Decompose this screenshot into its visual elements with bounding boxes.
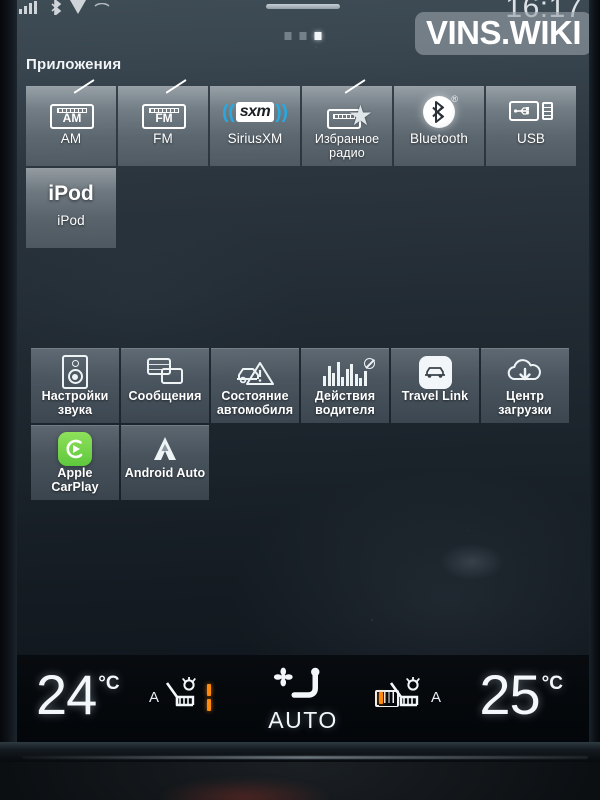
tile-label: Действия водителя <box>314 389 376 417</box>
driver-seat-level-bars <box>207 684 212 711</box>
tile-label: Избранное радио <box>314 132 380 160</box>
tile-label: Travel Link <box>401 389 469 403</box>
tile-usb[interactable]: USB <box>486 86 576 166</box>
tile-messages[interactable]: Сообщения <box>121 348 209 423</box>
am-icon-text: AM <box>62 111 82 125</box>
climate-control-bar: 24 °C A AUTO A 25 °C <box>17 655 589 744</box>
speaker-settings-icon <box>62 355 88 389</box>
bluetooth-icon <box>51 0 62 20</box>
page-dot-active[interactable] <box>314 32 322 40</box>
page-title: Приложения <box>26 56 122 73</box>
siriusxm-logo-icon: (( sxm )) <box>222 93 288 131</box>
passenger-heated-seat[interactable]: A <box>378 676 441 718</box>
tile-label: Состояние автомобиля <box>216 389 294 417</box>
driver-heated-seat[interactable]: A <box>149 676 212 718</box>
apple-carplay-icon <box>58 432 92 466</box>
heated-seat-icon <box>387 676 427 718</box>
tile-bluetooth[interactable]: ® Bluetooth <box>394 86 484 166</box>
driver-temperature-unit: °C <box>98 673 120 694</box>
watermark-text: VINS.WIKI <box>425 14 582 51</box>
tile-vehicle-status[interactable]: Состояние автомобиля <box>211 348 299 423</box>
tile-android-auto[interactable]: Android Auto <box>121 425 209 500</box>
watermark: VINS.WIKI <box>414 12 589 55</box>
ipod-icon-text: iPod <box>48 182 94 205</box>
auto-climate-indicator[interactable]: AUTO <box>268 667 337 734</box>
am-radio-icon: AM <box>46 79 96 131</box>
dashboard-surround: 16:17 VINS.WIKI Приложения AM <box>0 0 600 800</box>
usb-icon <box>509 93 553 131</box>
tile-driver-activity[interactable]: Действия водителя <box>301 348 389 423</box>
tile-travel-link[interactable]: Travel Link <box>391 348 479 423</box>
fan-airflow-icons <box>270 667 336 706</box>
favorite-radio-icon: ★ <box>323 79 373 131</box>
passenger-seat-auto-label: A <box>430 689 441 706</box>
applications-grid: Настройки звука Сообщения Состояние авто… <box>31 348 575 500</box>
driver-activity-icon <box>323 355 375 389</box>
android-auto-icon <box>148 432 182 466</box>
ipod-icon: iPod <box>48 175 94 213</box>
tile-am[interactable]: AM AM <box>26 79 116 166</box>
tile-sound-settings[interactable]: Настройки звука <box>31 348 119 423</box>
status-bar-icons <box>17 0 110 20</box>
tile-favorite-radio[interactable]: ★ Избранное радио <box>302 79 392 166</box>
sxm-wordmark: sxm <box>235 102 275 122</box>
tile-label: Bluetooth <box>410 131 468 146</box>
heated-seat-icon <box>163 676 203 718</box>
tile-ipod[interactable]: iPod iPod <box>26 168 116 248</box>
passenger-temperature-unit: °C <box>541 673 563 694</box>
dashboard-reflection <box>160 778 330 800</box>
page-dot[interactable] <box>284 32 292 40</box>
tile-apple-carplay[interactable]: Apple CarPlay <box>31 425 119 500</box>
dashboard-trim-highlight <box>22 756 588 759</box>
media-sources-grid: AM AM FM FM ((sxm)) SiriusXM ★ Избранн… <box>26 79 580 248</box>
tile-siriusxm[interactable]: (( sxm )) SiriusXM <box>210 86 300 166</box>
tile-fm[interactable]: FM FM <box>118 79 208 166</box>
driver-seat-auto-label: A <box>149 689 160 706</box>
screen-bezel-left <box>0 0 17 752</box>
passenger-seat-level-bars <box>378 691 383 704</box>
page-dot[interactable] <box>299 32 307 40</box>
tile-label: AM <box>60 131 82 146</box>
cellular-signal-icon <box>19 0 43 19</box>
tile-label: SiriusXM <box>227 131 283 146</box>
screen-bezel-bottom <box>0 742 600 762</box>
registered-mark: ® <box>451 94 458 104</box>
fm-radio-icon: FM <box>138 79 188 131</box>
star-icon: ★ <box>347 100 373 131</box>
drag-handle-icon[interactable] <box>266 4 340 9</box>
screen-bezel-right <box>589 0 600 752</box>
tile-label: Настройки звука <box>41 389 109 417</box>
travel-link-car-icon <box>418 355 452 389</box>
sxm-wave-left: (( <box>222 101 235 123</box>
auto-label: AUTO <box>268 707 338 733</box>
sxm-wave-right: )) <box>275 101 288 123</box>
vehicle-status-icon <box>234 355 276 389</box>
tile-label: Сообщения <box>128 389 202 403</box>
driver-temperature-value: 24 <box>36 663 97 726</box>
page-indicator[interactable] <box>284 32 322 40</box>
tile-label: USB <box>516 131 546 146</box>
tile-label: Центр загрузки <box>498 389 552 417</box>
driver-temperature[interactable]: 24 °C <box>36 663 120 726</box>
location-arrow-icon <box>70 0 86 19</box>
messages-icon <box>147 355 183 389</box>
wifi-icon <box>94 0 110 18</box>
no-entry-badge-icon <box>363 358 375 369</box>
fm-icon-text: FM <box>155 111 173 125</box>
passenger-temperature-value: 25 <box>479 663 540 726</box>
passenger-temperature[interactable]: 25 °C <box>479 663 563 726</box>
tile-label: Android Auto <box>124 466 206 480</box>
tile-label: FM <box>153 131 173 146</box>
bluetooth-icon: ® <box>423 93 458 131</box>
infotainment-screen: 16:17 VINS.WIKI Приложения AM <box>17 0 589 744</box>
tile-download-center[interactable]: Центр загрузки <box>481 348 569 423</box>
tile-label: iPod <box>57 213 85 228</box>
tile-label: Apple CarPlay <box>51 466 99 494</box>
download-center-icon <box>505 355 545 389</box>
